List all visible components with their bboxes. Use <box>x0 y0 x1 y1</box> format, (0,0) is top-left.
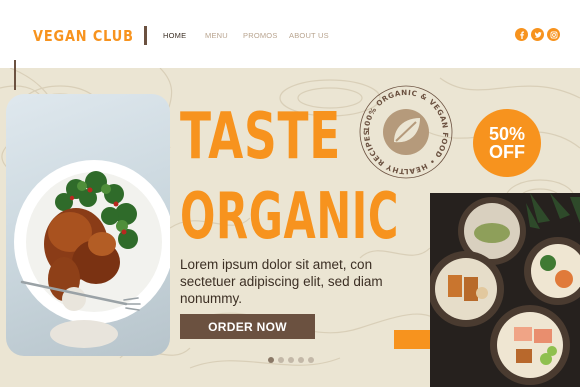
facebook-icon[interactable] <box>515 28 528 41</box>
hero-title-line-1: TASTE <box>180 100 341 174</box>
badge-off: OFF <box>489 142 525 162</box>
instagram-icon[interactable] <box>547 28 560 41</box>
food-photo-bowls <box>430 193 580 387</box>
carousel-dot-1[interactable] <box>268 357 274 363</box>
carousel-dot-5[interactable] <box>308 357 314 363</box>
social-links <box>515 28 560 41</box>
hero-title-line-2: ORGANIC <box>180 180 400 254</box>
twitter-icon[interactable] <box>531 28 544 41</box>
accent-bar <box>394 330 430 349</box>
order-now-button[interactable]: ORDER NOW <box>180 314 315 339</box>
nav-menu[interactable]: MENU <box>205 31 228 40</box>
header-divider <box>144 26 147 45</box>
site-header: VEGAN CLUB HOME MENU PROMOS ABOUT US <box>0 0 580 68</box>
brand-logo[interactable]: VEGAN CLUB <box>33 27 134 45</box>
organic-stamp: 100% ORGANIC & VEGAN FOOD • HEALTHY RECI… <box>358 84 454 180</box>
discount-badge: 50% OFF <box>473 109 541 177</box>
decorative-line <box>14 60 16 90</box>
food-photo-roast-chicken <box>6 94 170 356</box>
hero-description: Lorem ipsum dolor sit amet, con sectetue… <box>180 257 383 306</box>
nav-about-us[interactable]: ABOUT US <box>289 31 329 40</box>
carousel-dot-2[interactable] <box>278 357 284 363</box>
nav-home[interactable]: HOME <box>163 31 186 40</box>
badge-percent: 50% <box>488 124 526 144</box>
carousel-dot-4[interactable] <box>298 357 304 363</box>
carousel-dots <box>268 357 314 363</box>
nav-promos[interactable]: PROMOS <box>243 31 278 40</box>
carousel-dot-3[interactable] <box>288 357 294 363</box>
